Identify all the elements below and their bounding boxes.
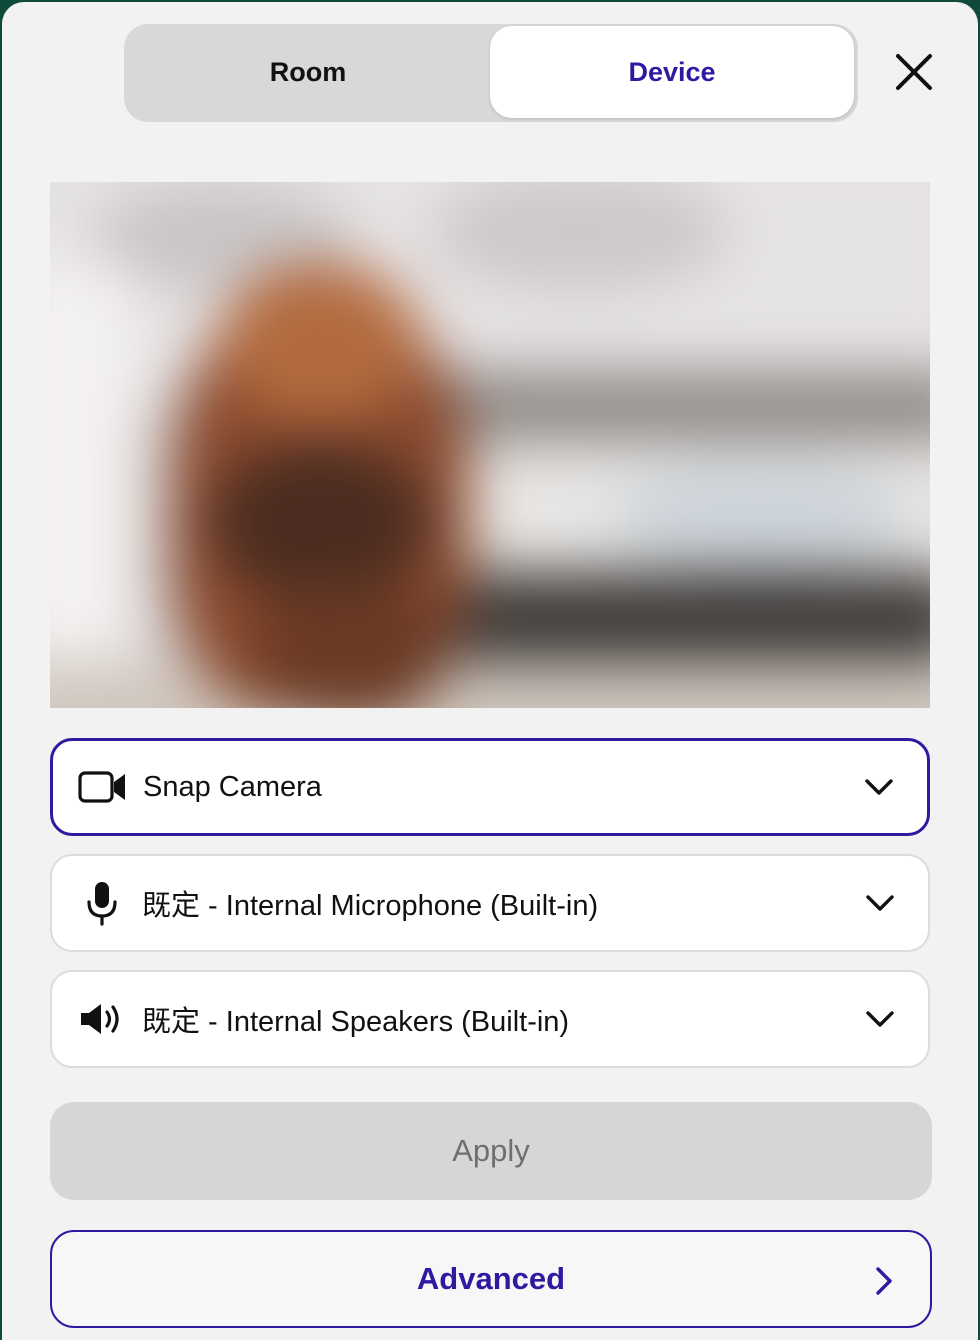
speaker-icon xyxy=(76,993,128,1045)
speaker-select[interactable]: 既定 - Internal Speakers (Built-in) xyxy=(50,970,930,1068)
apply-button[interactable]: Apply xyxy=(50,1102,932,1200)
video-camera-icon xyxy=(77,761,129,813)
chevron-down-icon xyxy=(866,895,894,911)
microphone-icon xyxy=(76,877,128,929)
advanced-button-label: Advanced xyxy=(416,1261,566,1296)
tab-room[interactable]: Room xyxy=(126,26,490,118)
camera-select-value: Snap Camera xyxy=(143,770,322,803)
chevron-down-icon xyxy=(866,1011,894,1027)
device-settings-panel: Room Device Snap Camera 既定 - Internal Mi… xyxy=(2,2,978,1340)
close-icon xyxy=(896,54,932,90)
close-button[interactable] xyxy=(890,48,938,96)
advanced-button[interactable]: Advanced xyxy=(50,1230,932,1328)
room-device-segmented-control: Room Device xyxy=(124,24,858,122)
microphone-select-value: 既定 - Internal Microphone (Built-in) xyxy=(142,890,599,922)
chevron-down-icon xyxy=(865,779,893,795)
tab-device[interactable]: Device xyxy=(490,26,854,118)
chevron-right-icon xyxy=(876,1267,892,1295)
camera-preview xyxy=(50,182,930,708)
camera-select[interactable]: Snap Camera xyxy=(50,738,930,836)
speaker-select-value: 既定 - Internal Speakers (Built-in) xyxy=(142,1006,570,1038)
microphone-select[interactable]: 既定 - Internal Microphone (Built-in) xyxy=(50,854,930,952)
